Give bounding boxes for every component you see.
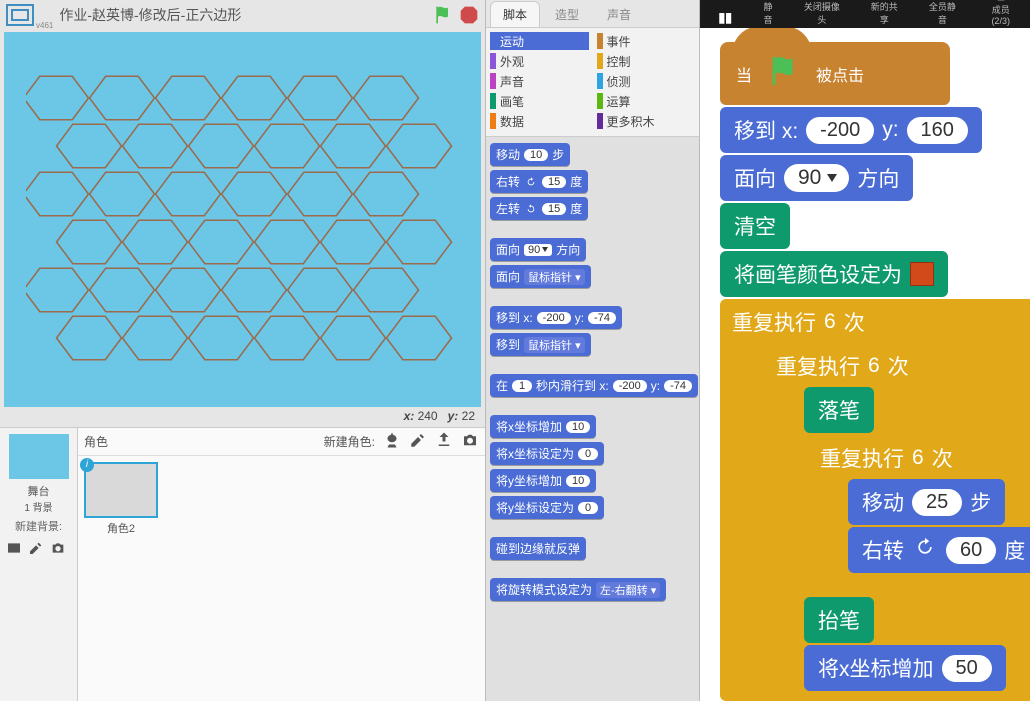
block-go-to-xy[interactable]: 移到 x:-200y:-74 bbox=[490, 306, 622, 329]
block-point-direction-script[interactable]: 面向90方向 bbox=[720, 155, 913, 201]
block-rotation-style[interactable]: 将旋转模式设定为左-右翻转 ▾ bbox=[490, 578, 666, 601]
stop-button[interactable] bbox=[459, 5, 479, 25]
new-backdrop-label: 新建背景: bbox=[2, 514, 75, 538]
block-pen-down-script[interactable]: 落笔 bbox=[804, 387, 874, 433]
category-data[interactable]: 数据 bbox=[490, 112, 589, 130]
meet-share[interactable]: 新的共享 bbox=[867, 0, 901, 26]
blocks-palette-column: 脚本 造型 声音 运动事件外观控制声音侦测画笔运算数据更多积木 移动10步 右转… bbox=[485, 0, 700, 701]
meet-mute[interactable]: 静音 bbox=[759, 0, 776, 26]
backdrops-count: 1 背景 bbox=[2, 499, 75, 514]
stage-selector[interactable]: 舞台 1 背景 新建背景: bbox=[0, 428, 78, 701]
green-flag-icon bbox=[764, 54, 804, 93]
category-grid: 运动事件外观控制声音侦测画笔运算数据更多积木 bbox=[486, 28, 699, 137]
block-go-to-xy-script[interactable]: 移到 x:-200y:160 bbox=[720, 107, 982, 153]
turn-right-icon bbox=[912, 537, 938, 563]
sprite-panel: 舞台 1 背景 新建背景: 角色 新建角色: i bbox=[0, 427, 485, 701]
category-events[interactable]: 事件 bbox=[597, 32, 696, 50]
block-set-y[interactable]: 将y坐标设定为0 bbox=[490, 496, 604, 519]
pause-icon[interactable]: ▮▮ bbox=[718, 9, 731, 26]
block-repeat-inner[interactable]: 重复执行6次 移动25步 右转60度 bbox=[808, 435, 1030, 597]
meet-mute-all[interactable]: 全员静音 bbox=[925, 0, 959, 26]
block-glide[interactable]: 在1秒内滑行到 x:-200y:-74 bbox=[490, 374, 698, 397]
block-set-x[interactable]: 将x坐标设定为0 bbox=[490, 442, 604, 465]
block-move-steps[interactable]: 移动10步 bbox=[490, 143, 570, 166]
app-logo-icon bbox=[6, 4, 34, 26]
block-clear-script[interactable]: 清空 bbox=[720, 203, 790, 249]
category-operators[interactable]: 运算 bbox=[597, 92, 696, 110]
left-column: v461 作业-赵英博-修改后-正六边形 x: 240 y: 22 舞台 1 背… bbox=[0, 0, 485, 701]
hat-clicked-label: 被点击 bbox=[816, 62, 864, 86]
sprite-name: 角色2 bbox=[84, 520, 158, 536]
block-pen-up-script[interactable]: 抬笔 bbox=[804, 597, 874, 643]
block-turn-right-script[interactable]: 右转60度 bbox=[848, 527, 1030, 573]
block-set-pen-color-script[interactable]: 将画笔颜色设定为 bbox=[720, 251, 948, 297]
tab-sounds[interactable]: 声音 bbox=[594, 1, 644, 27]
meeting-toolbar: ▮▮ 静音 关闭摄像头 新的共享 全员静音 成员(2/3) bbox=[700, 0, 1030, 28]
editor-tabs: 脚本 造型 声音 bbox=[486, 0, 699, 28]
sprite-item[interactable]: i 角色2 bbox=[84, 462, 158, 536]
tab-costumes[interactable]: 造型 bbox=[542, 1, 592, 27]
script-workspace[interactable]: 当 被点击 移到 x:-200y:160 面向90方向 清空 将画笔颜色设定为 … bbox=[700, 28, 1030, 701]
block-change-y[interactable]: 将y坐标增加10 bbox=[490, 469, 596, 492]
tab-scripts[interactable]: 脚本 bbox=[490, 1, 540, 27]
sprites-label: 角色 bbox=[84, 433, 108, 450]
meet-members[interactable]: 成员(2/3) bbox=[983, 0, 1018, 26]
script-column: ▮▮ 静音 关闭摄像头 新的共享 全员静音 成员(2/3) 当 被点击 移到 x… bbox=[700, 0, 1030, 701]
block-turn-left[interactable]: 左转15度 bbox=[490, 197, 588, 220]
version-label: v461 bbox=[36, 21, 53, 30]
category-sound[interactable]: 声音 bbox=[490, 72, 589, 90]
sprite-paint-icon[interactable] bbox=[409, 431, 427, 452]
block-palette: 移动10步 右转15度 左转15度 面向90方向 面向鼠标指针 ▾ 移到 x:-… bbox=[486, 137, 699, 701]
category-control[interactable]: 控制 bbox=[597, 52, 696, 70]
block-change-x-script[interactable]: 将x坐标增加50 bbox=[804, 645, 1006, 691]
stage-thumbnail[interactable] bbox=[9, 434, 69, 479]
category-pen[interactable]: 画笔 bbox=[490, 92, 589, 110]
category-more[interactable]: 更多积木 bbox=[597, 112, 696, 130]
block-turn-right[interactable]: 右转15度 bbox=[490, 170, 588, 193]
meet-camera[interactable]: 关闭摄像头 bbox=[801, 0, 844, 26]
block-repeat-middle[interactable]: 重复执行6次 落笔 重复执行6次 移动25步 右转60度 抬笔 将x坐标 bbox=[764, 343, 1030, 697]
backdrop-paint-icon[interactable] bbox=[28, 540, 44, 559]
sprite-camera-icon[interactable] bbox=[461, 431, 479, 452]
green-flag-button[interactable] bbox=[433, 5, 453, 25]
block-change-x[interactable]: 将x坐标增加10 bbox=[490, 415, 596, 438]
hexagon-drawing bbox=[26, 74, 466, 399]
backdrop-library-icon[interactable] bbox=[6, 540, 22, 559]
stage-label: 舞台 bbox=[2, 483, 75, 499]
block-repeat-outer[interactable]: 重复执行6次 重复执行6次 落笔 重复执行6次 移动25步 右转60度 bbox=[720, 299, 1030, 701]
sprite-library-icon[interactable] bbox=[383, 431, 401, 452]
category-motion[interactable]: 运动 bbox=[490, 32, 589, 50]
block-go-to[interactable]: 移到鼠标指针 ▾ bbox=[490, 333, 591, 356]
category-looks[interactable]: 外观 bbox=[490, 52, 589, 70]
block-point-towards[interactable]: 面向鼠标指针 ▾ bbox=[490, 265, 591, 288]
backdrop-camera-icon[interactable] bbox=[50, 540, 66, 559]
block-when-flag-clicked[interactable]: 当 被点击 bbox=[720, 42, 950, 105]
sprite-upload-icon[interactable] bbox=[435, 431, 453, 452]
color-swatch[interactable] bbox=[910, 262, 934, 286]
block-bounce[interactable]: 碰到边缘就反弹 bbox=[490, 537, 586, 560]
new-sprite-label: 新建角色: bbox=[324, 433, 375, 450]
hat-when-label: 当 bbox=[736, 62, 752, 86]
block-point-direction[interactable]: 面向90方向 bbox=[490, 238, 586, 261]
info-icon[interactable]: i bbox=[80, 458, 94, 472]
project-title: 作业-赵英博-修改后-正六边形 bbox=[59, 5, 427, 25]
stage-coords: x: 240 y: 22 bbox=[0, 407, 485, 427]
category-sensing[interactable]: 侦测 bbox=[597, 72, 696, 90]
titlebar: v461 作业-赵英博-修改后-正六边形 bbox=[0, 0, 485, 30]
stage-canvas[interactable] bbox=[4, 32, 481, 407]
sprite-list: 角色 新建角色: i 角色2 bbox=[78, 428, 485, 701]
block-move-script[interactable]: 移动25步 bbox=[848, 479, 1005, 525]
